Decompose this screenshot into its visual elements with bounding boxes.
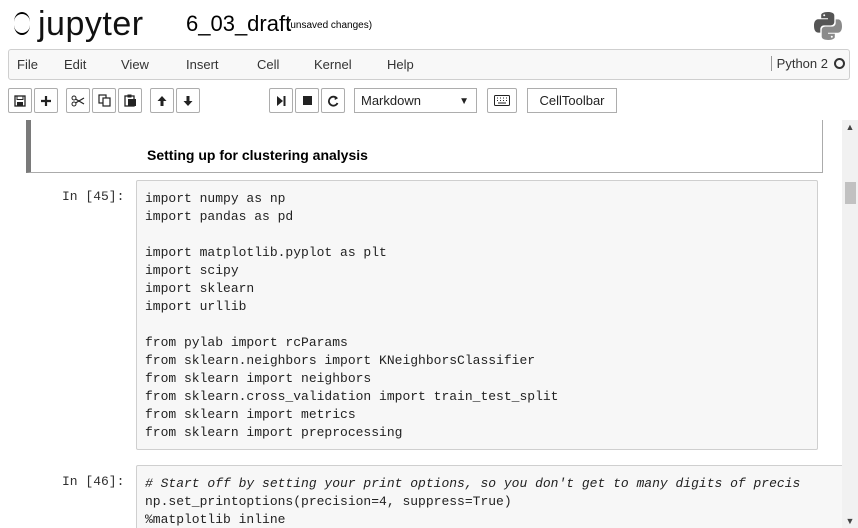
kernel-name: Python 2 xyxy=(776,56,828,71)
scroll-thumb[interactable] xyxy=(845,182,856,204)
scroll-down-icon[interactable]: ▼ xyxy=(842,514,858,528)
scroll-up-icon[interactable]: ▲ xyxy=(842,120,858,134)
cell1-line: import urllib xyxy=(145,299,247,314)
arrow-up-icon xyxy=(157,95,167,106)
menu-help[interactable]: Help xyxy=(387,57,414,72)
cell1-line: import scipy xyxy=(145,263,239,278)
cell2-line: np.set_printoptions(precision=4, suppres… xyxy=(145,494,512,509)
stop-icon xyxy=(302,96,312,105)
cell-toolbar-button[interactable]: CellToolbar xyxy=(527,88,617,113)
markdown-cell[interactable]: Setting up for clustering analysis xyxy=(26,120,823,173)
menu-file[interactable]: File xyxy=(17,57,38,72)
code-cell-2-editor[interactable]: # Start off by setting your print option… xyxy=(136,465,842,528)
insert-cell-button[interactable] xyxy=(34,88,58,113)
cell1-line: import pandas as pd xyxy=(145,209,294,224)
save-icon xyxy=(14,94,26,107)
caret-down-icon: ▼ xyxy=(459,96,469,107)
arrow-down-icon xyxy=(183,95,193,106)
cell1-line: from sklearn.neighbors import KNeighbors… xyxy=(145,353,536,368)
move-up-button[interactable] xyxy=(150,88,174,113)
menu-edit[interactable]: Edit xyxy=(64,57,86,72)
cell1-line: from sklearn.cross_validation import tra… xyxy=(145,389,559,404)
restart-icon xyxy=(328,95,339,107)
cell-type-select[interactable]: Markdown ▼ xyxy=(354,88,477,113)
cell2-line: %matplotlib inline xyxy=(145,512,286,527)
menu-insert[interactable]: Insert xyxy=(186,57,219,72)
code-cell-1-editor[interactable]: import numpy as np import pandas as pd imp… xyxy=(136,180,818,450)
cell1-line: from sklearn import neighbors xyxy=(145,371,372,386)
run-icon xyxy=(277,95,286,106)
vertical-scrollbar[interactable]: ▲ ▼ xyxy=(842,120,858,528)
keyboard-icon xyxy=(494,95,510,106)
kernel-idle-icon xyxy=(834,58,845,69)
notebook-header: jupyter 6_03_draft (unsaved changes) xyxy=(0,0,858,48)
save-status: (unsaved changes) xyxy=(287,20,373,31)
python-logo-icon xyxy=(814,12,842,40)
menu-cell[interactable]: Cell xyxy=(257,57,279,72)
kernel-indicator: Python 2 xyxy=(770,56,845,71)
menu-view[interactable]: View xyxy=(121,57,149,72)
cell-1-prompt: In [45]: xyxy=(62,189,125,204)
command-palette-button[interactable] xyxy=(487,88,517,113)
save-button[interactable] xyxy=(8,88,32,113)
cut-button[interactable] xyxy=(66,88,90,113)
menubar: File Edit View Insert Cell Kernel Help P… xyxy=(8,49,850,80)
notebook-container: Setting up for clustering analysis In [4… xyxy=(0,120,842,528)
cell-type-value: Markdown xyxy=(361,93,421,108)
restart-button[interactable] xyxy=(321,88,345,113)
toolbar: Markdown ▼ CellToolbar xyxy=(0,84,858,118)
cell1-line: from sklearn import metrics xyxy=(145,407,356,422)
copy-icon xyxy=(97,94,111,107)
paste-button[interactable] xyxy=(118,88,142,113)
interrupt-button[interactable] xyxy=(295,88,319,113)
cell1-line: import sklearn xyxy=(145,281,255,296)
plus-icon xyxy=(41,95,51,106)
cell2-line: # Start off by setting your print option… xyxy=(145,476,801,491)
copy-button[interactable] xyxy=(92,88,116,113)
cell-2-prompt: In [46]: xyxy=(62,474,125,489)
cell1-line: import numpy as np xyxy=(145,191,286,206)
paste-icon xyxy=(123,94,136,107)
move-down-button[interactable] xyxy=(176,88,200,113)
jupyter-logo[interactable]: jupyter xyxy=(12,4,144,44)
cell1-line: from pylab import rcParams xyxy=(145,335,348,350)
markdown-heading: Setting up for clustering analysis xyxy=(147,147,368,163)
cell1-line: import matplotlib.pyplot as plt xyxy=(145,245,387,260)
jupyter-orbit-icon xyxy=(12,9,34,39)
scissors-icon xyxy=(71,95,85,106)
notebook-name[interactable]: 6_03_draft xyxy=(186,10,291,38)
menu-kernel[interactable]: Kernel xyxy=(314,57,352,72)
cell1-line: from sklearn import preprocessing xyxy=(145,425,403,440)
logo-text: jupyter xyxy=(38,5,144,43)
run-button[interactable] xyxy=(269,88,293,113)
